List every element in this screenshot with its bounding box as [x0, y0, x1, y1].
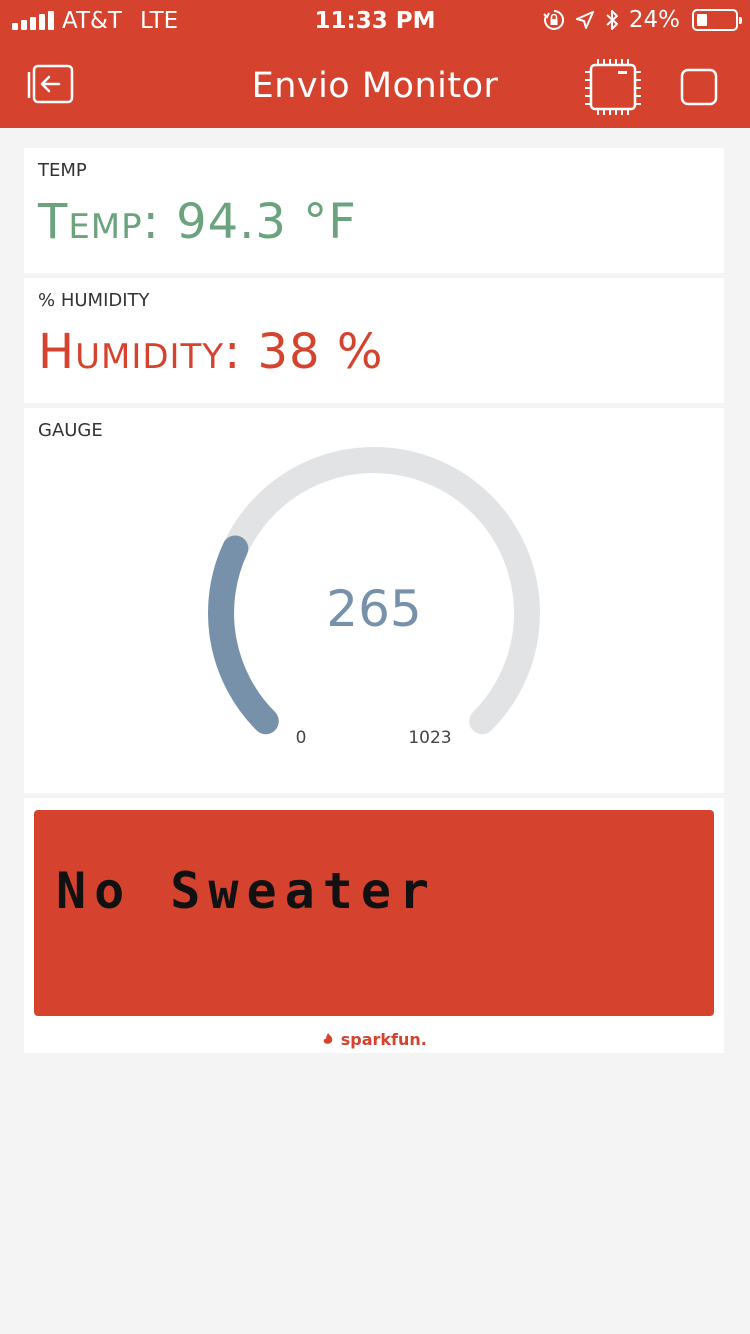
- app-header: AT&T LTE 11:33 PM 24% Envio Monitor: [0, 0, 750, 128]
- gauge-fill: [208, 535, 279, 735]
- flame-icon: [323, 1033, 333, 1044]
- location-arrow-icon: [575, 11, 594, 29]
- sparkfun-logo-text: sparkfun.: [340, 1030, 427, 1049]
- nav-bar: Envio Monitor: [0, 40, 750, 128]
- bluetooth-icon: [606, 10, 618, 30]
- lcd-text: No Sweater: [56, 862, 438, 920]
- humidity-widget[interactable]: % HUMIDITY Humidity: 38 %: [24, 278, 724, 403]
- gauge-value: 265: [326, 580, 421, 638]
- battery-percent: 24%: [628, 7, 680, 33]
- gauge-widget[interactable]: GAUGE 265 0 1023: [24, 408, 724, 793]
- lcd-display: No Sweater: [34, 810, 714, 1016]
- status-bar: AT&T LTE 11:33 PM 24%: [0, 0, 750, 40]
- battery-icon: [692, 9, 742, 31]
- humidity-widget-label: % HUMIDITY: [38, 290, 150, 311]
- temp-value: Temp: 94.3 °F: [38, 194, 357, 250]
- lcd-widget[interactable]: No Sweater sparkfun.: [24, 798, 724, 1053]
- temp-widget[interactable]: TEMP Temp: 94.3 °F: [24, 148, 724, 273]
- gauge-dial: 265 0 1023: [208, 447, 540, 748]
- gauge-min-label: 0: [296, 728, 307, 748]
- temp-widget-label: TEMP: [38, 160, 87, 181]
- stop-square-icon[interactable]: [680, 68, 718, 106]
- sparkfun-logo: sparkfun.: [24, 1030, 724, 1049]
- rotation-lock-icon: [543, 9, 564, 30]
- humidity-value: Humidity: 38 %: [38, 324, 384, 380]
- gauge-max-label: 1023: [408, 728, 451, 748]
- device-chip-icon[interactable]: [584, 58, 642, 116]
